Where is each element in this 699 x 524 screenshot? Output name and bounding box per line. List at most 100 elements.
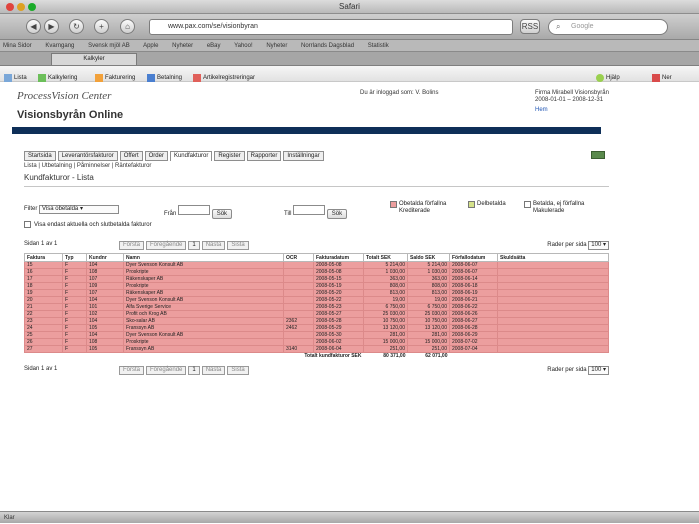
search-input[interactable]: Google: [548, 19, 668, 35]
prev-page-button[interactable]: Föregående: [146, 366, 187, 375]
table-cell[interactable]: Sko-salar AB: [123, 317, 284, 325]
col-totalt[interactable]: Totalt SEK: [363, 253, 408, 262]
col-fakturadatum[interactable]: Fakturadatum: [313, 253, 364, 262]
next-page-button[interactable]: Nästa: [201, 241, 226, 250]
table-cell[interactable]: 20: [24, 296, 63, 304]
to-search-button[interactable]: Sök: [326, 209, 348, 219]
from-search-button[interactable]: Sök: [211, 209, 233, 219]
table-row[interactable]: 16 F 108 Proskripte 2008-05-08 1 030,00 1 030,…: [24, 268, 609, 276]
table-cell: [497, 275, 609, 283]
table-row[interactable]: 21 F 101 Alfa Sverige Service 2008-05-23 6 75…: [24, 303, 609, 311]
page-number[interactable]: 1: [188, 241, 200, 250]
bookmark-item[interactable]: Nyheter: [172, 43, 193, 49]
bookmark-item[interactable]: Mina Sidor: [3, 43, 32, 49]
bookmark-item[interactable]: Svensk mjöl AB: [88, 43, 130, 49]
bookmark-item[interactable]: eBay: [207, 43, 221, 49]
table-cell[interactable]: 16: [24, 268, 63, 276]
table-row[interactable]: 24 F 105 Franssyn AB 2462 2008-05-29 13 120,00…: [24, 324, 609, 332]
tab-rapporter[interactable]: Rapporter: [246, 151, 282, 161]
table-cell[interactable]: Dyer Svenson Konsult AB: [123, 331, 284, 339]
table-cell[interactable]: Räkenskaper AB: [123, 275, 284, 283]
from-date-input[interactable]: [178, 205, 211, 215]
table-row[interactable]: 15 F 104 Dyer Svenson Konsult AB 2008-05-08 5…: [24, 261, 609, 269]
table-row[interactable]: 17 F 107 Räkenskaper AB 2008-05-15 363,00 363,…: [24, 275, 609, 283]
last-page-button[interactable]: Sista: [227, 241, 249, 250]
col-forfallodatum[interactable]: Förfallodatum: [449, 253, 498, 262]
table-row[interactable]: 18 F 109 Proskripte 2008-05-19 808,00 808,00 20…: [24, 282, 609, 290]
col-faktura[interactable]: Faktura: [24, 253, 63, 262]
tab-offert[interactable]: Offert: [119, 151, 143, 161]
sub-tabs[interactable]: Lista | Utbetalning | Påminnelser | Ränt…: [24, 163, 151, 169]
table-cell[interactable]: Räkenskaper AB: [123, 289, 284, 297]
next-page-button[interactable]: Nästa: [201, 366, 226, 375]
browser-tab[interactable]: Kalkyler: [51, 53, 137, 65]
bookmark-item[interactable]: Yahoo!: [234, 43, 253, 49]
home-link[interactable]: Hem: [535, 107, 548, 113]
col-ocr[interactable]: OCR: [283, 253, 314, 262]
first-page-button[interactable]: Första: [119, 366, 145, 375]
table-cell[interactable]: Proskripte: [123, 338, 284, 346]
table-cell[interactable]: 19: [24, 289, 63, 297]
col-typ[interactable]: Typ: [62, 253, 87, 262]
tab-register[interactable]: Register: [214, 151, 245, 161]
table-row[interactable]: 26 F 108 Proskripte 2008-06-02 15 000,00 15 00…: [24, 338, 609, 346]
invoice-table-body: 15 F 104 Dyer Svenson Konsult AB 2008-05-08 5…: [24, 261, 609, 360]
table-row[interactable]: 23 F 104 Sko-salar AB 2362 2008-05-28 10 750,0…: [24, 317, 609, 325]
back-button[interactable]: ◀: [26, 19, 41, 34]
table-row[interactable]: 19 F 107 Räkenskaper AB 2008-05-20 813,00 813,…: [24, 289, 609, 297]
to-date-input[interactable]: [293, 205, 326, 215]
table-cell[interactable]: Proskripte: [123, 282, 284, 290]
col-skuldsatta[interactable]: Skuldsätta: [497, 253, 609, 262]
reload-button[interactable]: ↻: [69, 19, 84, 34]
table-cell[interactable]: 26: [24, 338, 63, 346]
bookmark-item[interactable]: Norrlands Dagsblad: [301, 43, 354, 49]
page-number[interactable]: 1: [188, 366, 200, 375]
forward-button[interactable]: ▶: [44, 19, 59, 34]
address-bar[interactable]: www.pax.com/se/visionbyran: [149, 19, 513, 35]
bookmark-item[interactable]: Statistik: [368, 43, 389, 49]
view-options-icon[interactable]: [591, 151, 605, 159]
table-row[interactable]: 20 F 104 Dyer Svenson Konsult AB 2008-05-22 1…: [24, 296, 609, 304]
home-button[interactable]: ⌂: [120, 19, 135, 34]
last-page-button[interactable]: Sista: [227, 366, 249, 375]
bookmark-item[interactable]: Kvarngang: [45, 43, 74, 49]
table-cell[interactable]: 18: [24, 282, 63, 290]
tab-order[interactable]: Order: [144, 151, 168, 161]
tab-kundfakturor[interactable]: Kundfakturor: [169, 151, 213, 161]
col-saldo[interactable]: Saldo SEK: [407, 253, 450, 262]
table-row[interactable]: 25 F 104 Dyer Svenson Konsult AB 2008-05-30 2…: [24, 331, 609, 339]
prev-page-button[interactable]: Föregående: [146, 241, 187, 250]
table-cell[interactable]: Profit och Krog AB: [123, 310, 284, 318]
table-cell[interactable]: 25: [24, 331, 63, 339]
table-cell[interactable]: 23: [24, 317, 63, 325]
table-cell[interactable]: Franssyn AB: [123, 345, 284, 353]
table-row[interactable]: 27 F 105 Franssyn AB 3140 2008-06-04 251,00 251…: [24, 345, 609, 353]
table-cell[interactable]: 27: [24, 345, 63, 353]
col-kundnr[interactable]: Kundnr: [86, 253, 124, 262]
tab-leverantorsfakturor[interactable]: Leverantörsfakturor: [57, 151, 118, 161]
rows-per-page-select[interactable]: 100 ▾: [588, 366, 609, 375]
bookmark-item[interactable]: Nyheter: [266, 43, 287, 49]
table-cell[interactable]: 17: [24, 275, 63, 283]
table-cell[interactable]: Proskripte: [123, 268, 284, 276]
add-bookmark-button[interactable]: +: [94, 19, 109, 34]
table-cell[interactable]: Dyer Svenson Konsult AB: [123, 261, 284, 269]
tab-installningar[interactable]: Inställningar: [283, 151, 324, 161]
table-cell: 2008-05-08: [313, 268, 364, 276]
bookmark-item[interactable]: Apple: [143, 43, 158, 49]
table-cell[interactable]: 15: [24, 261, 63, 269]
tab-startsida[interactable]: Startsida: [24, 151, 56, 161]
rss-button[interactable]: RSS: [520, 19, 540, 34]
table-cell[interactable]: 24: [24, 324, 63, 332]
current-checkbox[interactable]: [24, 221, 31, 228]
table-cell[interactable]: 22: [24, 310, 63, 318]
table-cell[interactable]: Franssyn AB: [123, 324, 284, 332]
table-cell[interactable]: Alfa Sverige Service: [123, 303, 284, 311]
table-row[interactable]: 22 F 102 Profit och Krog AB 2008-05-27 25 030…: [24, 310, 609, 318]
filter-select[interactable]: Visa obetalda ▾: [39, 205, 120, 214]
first-page-button[interactable]: Första: [119, 241, 145, 250]
rows-per-page-select[interactable]: 100 ▾: [588, 241, 609, 250]
table-cell[interactable]: 21: [24, 303, 63, 311]
table-cell[interactable]: Dyer Svenson Konsult AB: [123, 296, 284, 304]
col-namn[interactable]: Namn: [123, 253, 284, 262]
